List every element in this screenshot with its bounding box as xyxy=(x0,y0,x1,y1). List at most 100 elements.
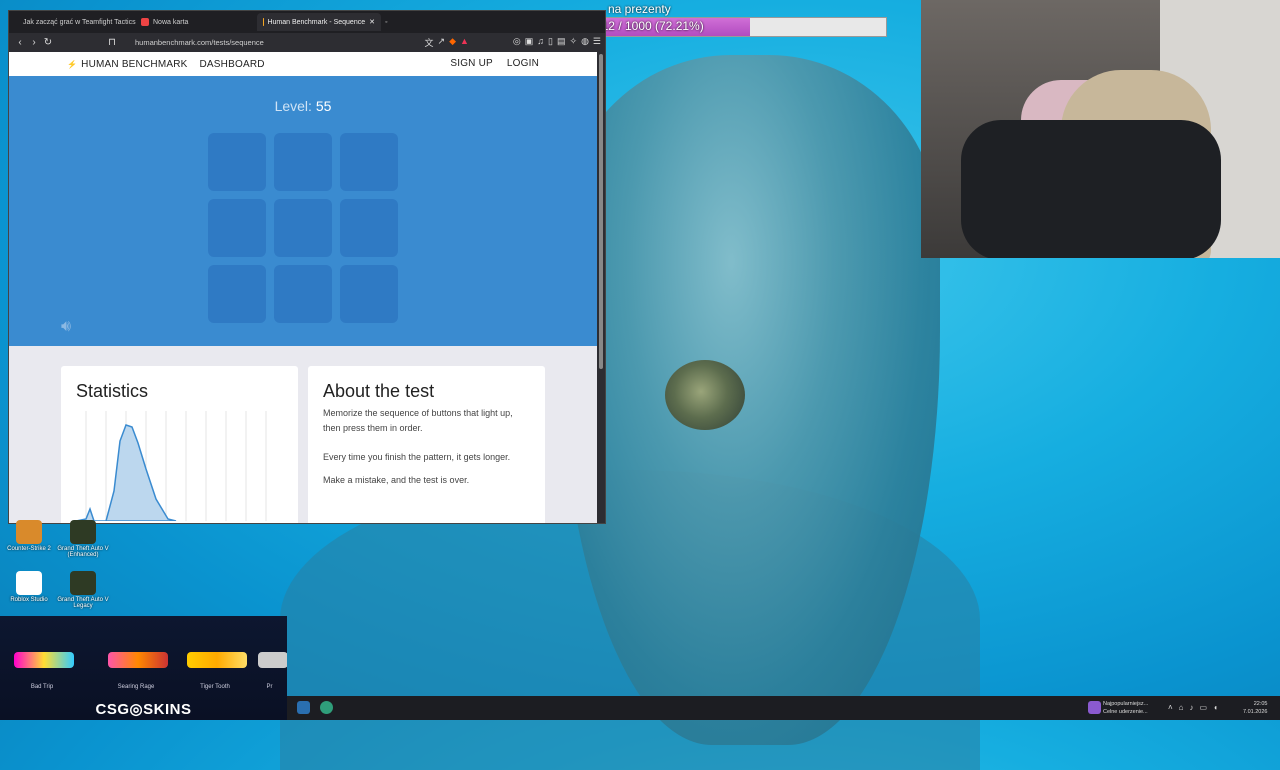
desktop-icon-label: Grand Theft Auto V Legacy xyxy=(57,597,108,609)
browser-window: Jak zacząć grać w Teamfight Tactics Nowa… xyxy=(8,10,606,524)
scrollbar-thumb[interactable] xyxy=(599,54,603,369)
sequence-square[interactable] xyxy=(274,199,332,257)
skin-label: Tiger Tooth xyxy=(181,684,249,690)
brave-rewards-icon[interactable]: ▲ xyxy=(460,36,469,49)
wallpaper-dolphin-head xyxy=(560,55,940,745)
wallet-icon[interactable]: ▤ xyxy=(557,36,566,49)
microphone-icon[interactable]: ♪ xyxy=(1190,703,1194,712)
back-icon[interactable]: ‹ xyxy=(13,37,27,48)
tab-human-benchmark[interactable]: Human Benchmark - Sequence ✕ xyxy=(257,13,381,31)
statistics-title: Statistics xyxy=(76,381,148,402)
vpn-icon[interactable]: ◍ xyxy=(581,36,589,49)
taskbar-notification[interactable]: Najpopularniejsz... Celne uderzenie... xyxy=(1103,700,1148,716)
speaker-icon[interactable]: 🔊︎ xyxy=(61,318,71,336)
level-label: Level: xyxy=(275,98,312,114)
monitor-icon[interactable]: ▭ xyxy=(1200,703,1208,712)
sequence-square[interactable] xyxy=(340,199,398,257)
screenshot-icon[interactable]: ▣ xyxy=(525,36,534,49)
about-line-1: Memorize the sequence of buttons that li… xyxy=(323,406,523,436)
desktop-icon-label: Grand Theft Auto V (Enhanced) xyxy=(57,546,108,558)
web-page: ⚡ HUMAN BENCHMARK DASHBOARD SIGN UP LOGI… xyxy=(9,52,597,523)
reload-icon[interactable]: ↻ xyxy=(41,37,55,48)
statistics-card: Statistics xyxy=(61,366,298,523)
wallpaper-dolphin-eye xyxy=(665,360,745,430)
brave-favicon-icon xyxy=(141,18,149,26)
sequence-square[interactable] xyxy=(208,265,266,323)
desktop-icon-cs2[interactable]: Counter-Strike 2 xyxy=(2,520,56,552)
system-tray: ˄ ⌂ ♪ ▭ ◖ xyxy=(1168,703,1218,712)
skin-item: Pr xyxy=(252,634,287,690)
knife-skin-icon xyxy=(187,652,247,668)
skin-item: Searing Rage xyxy=(102,634,170,690)
skin-item: Bad Trip xyxy=(8,634,76,690)
brand-link[interactable]: HUMAN BENCHMARK xyxy=(81,59,187,70)
tab-list-icon: ◦ xyxy=(385,19,387,26)
tab-label: Jak zacząć grać w Teamfight Tactics xyxy=(23,19,136,26)
notification-subtitle: Celne uderzenie... xyxy=(1103,708,1148,716)
desktop-icon-label: Counter-Strike 2 xyxy=(7,546,51,552)
tab-label: Human Benchmark - Sequence xyxy=(267,19,365,26)
notification-app-icon xyxy=(1088,701,1101,714)
tab-label: Nowa karta xyxy=(153,19,188,26)
gta-v-icon xyxy=(70,520,96,544)
desktop-icon-roblox-studio[interactable]: Roblox Studio xyxy=(2,571,56,603)
sidebar-icon[interactable]: ▯ xyxy=(548,36,553,49)
notification-title: Najpopularniejsz... xyxy=(1103,700,1148,708)
rifle-skin-icon xyxy=(14,652,74,668)
sequence-square[interactable] xyxy=(274,133,332,191)
skin-item: Tiger Tooth xyxy=(181,634,249,690)
close-tab-icon[interactable]: ✕ xyxy=(369,18,375,26)
sequence-square[interactable] xyxy=(340,265,398,323)
csgo-skins-logo: CSG◎SKINS xyxy=(0,700,287,718)
distribution-curve xyxy=(76,425,176,521)
desktop-icon-label: Roblox Studio xyxy=(10,597,47,603)
taskbar-clock[interactable]: 22:05 7.01.2026 xyxy=(1243,700,1267,716)
bookmark-icon[interactable]: ⊓ xyxy=(105,37,119,48)
sequence-square[interactable] xyxy=(274,265,332,323)
menu-icon[interactable]: ☰ xyxy=(593,36,601,49)
page-scrollbar[interactable] xyxy=(597,52,605,523)
volume-icon[interactable]: ◖ xyxy=(1213,703,1218,712)
translate-icon[interactable]: 文 xyxy=(425,36,434,49)
sequence-square[interactable] xyxy=(340,133,398,191)
toolbar-right-icons: 文 ↗ ◆ ▲ ◎ ▣ ♫ ▯ ▤ ✧ ◍ ☰ xyxy=(425,36,601,49)
brave-shield-icon[interactable]: ◆ xyxy=(449,36,456,49)
desktop-icon-gtav-enhanced[interactable]: Grand Theft Auto V (Enhanced) xyxy=(56,520,110,558)
lightning-bolt-icon: ⚡ xyxy=(67,60,77,69)
tab-tft-guide[interactable]: Jak zacząć grać w Teamfight Tactics xyxy=(13,13,137,31)
forward-icon[interactable]: › xyxy=(27,37,41,48)
skin-label: Searing Rage xyxy=(102,684,170,690)
tab-strip: Jak zacząć grać w Teamfight Tactics Nowa… xyxy=(9,11,605,33)
browser-taskbar-icon[interactable] xyxy=(320,701,333,714)
network-icon[interactable]: ⌂ xyxy=(1179,703,1184,712)
tab-new-tab[interactable]: Nowa karta xyxy=(135,13,257,31)
gta-v-icon xyxy=(70,571,96,595)
browser-toolbar: ‹ › ↻ ⊓ humanbenchmark.com/tests/sequenc… xyxy=(9,33,605,52)
desktop-icon-gtav-legacy[interactable]: Grand Theft Auto V Legacy xyxy=(56,571,110,609)
webcam-streamer-body xyxy=(961,120,1221,258)
chevron-up-icon[interactable]: ˄ xyxy=(1168,703,1173,712)
rifle-skin-icon xyxy=(108,652,168,668)
extensions-puzzle-icon[interactable]: ✧ xyxy=(570,36,578,49)
site-navbar: ⚡ HUMAN BENCHMARK DASHBOARD SIGN UP LOGI… xyxy=(9,52,597,76)
share-icon[interactable]: ↗ xyxy=(438,36,446,49)
steam-taskbar-icon[interactable] xyxy=(297,701,310,714)
sequence-grid xyxy=(208,133,400,325)
counter-strike-icon xyxy=(16,520,42,544)
webcam-overlay xyxy=(921,0,1280,258)
dashboard-link[interactable]: DASHBOARD xyxy=(200,59,265,70)
skin-label: Pr xyxy=(252,684,287,690)
rifle-skin-icon xyxy=(258,652,287,668)
statistics-distribution-chart xyxy=(76,411,281,521)
new-tab-button[interactable]: ◦ xyxy=(379,13,405,31)
clock-date: 7.01.2026 xyxy=(1243,708,1267,716)
address-bar[interactable]: humanbenchmark.com/tests/sequence xyxy=(135,38,264,47)
sequence-square[interactable] xyxy=(208,133,266,191)
extension-icon[interactable]: ◎ xyxy=(513,36,521,49)
music-icon[interactable]: ♫ xyxy=(537,36,544,49)
sequence-square[interactable] xyxy=(208,199,266,257)
donation-goal-title: na prezenty xyxy=(608,2,671,16)
login-link[interactable]: LOGIN xyxy=(507,58,539,69)
sequence-test-area: Level: 55 🔊︎ xyxy=(9,76,597,346)
signup-link[interactable]: SIGN UP xyxy=(450,58,493,69)
